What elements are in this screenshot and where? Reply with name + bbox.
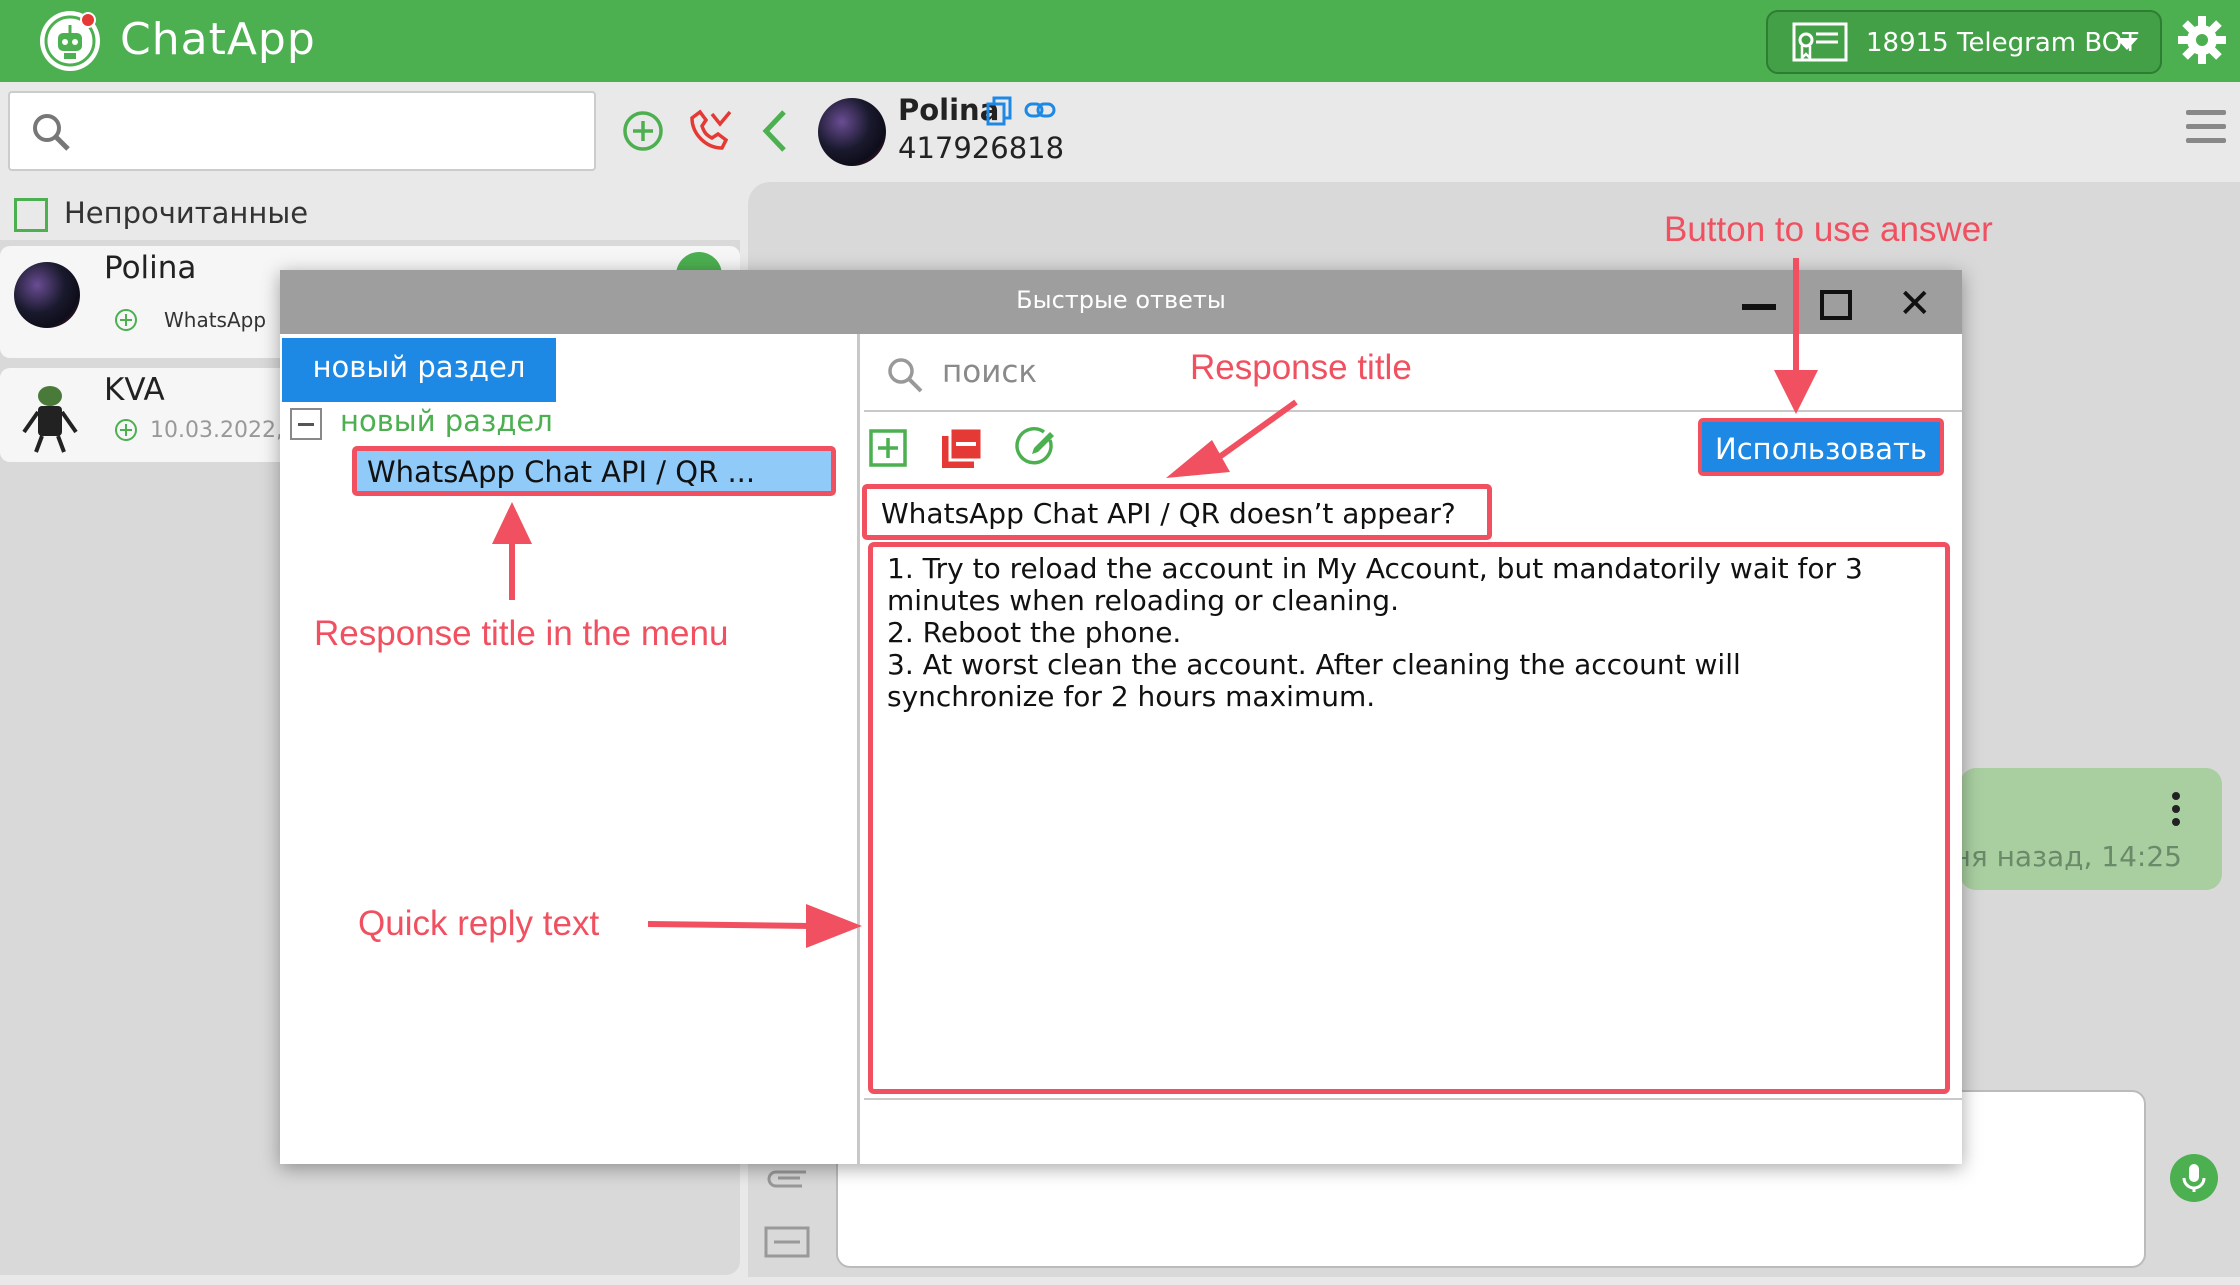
annotation-arrows xyxy=(492,258,1818,948)
